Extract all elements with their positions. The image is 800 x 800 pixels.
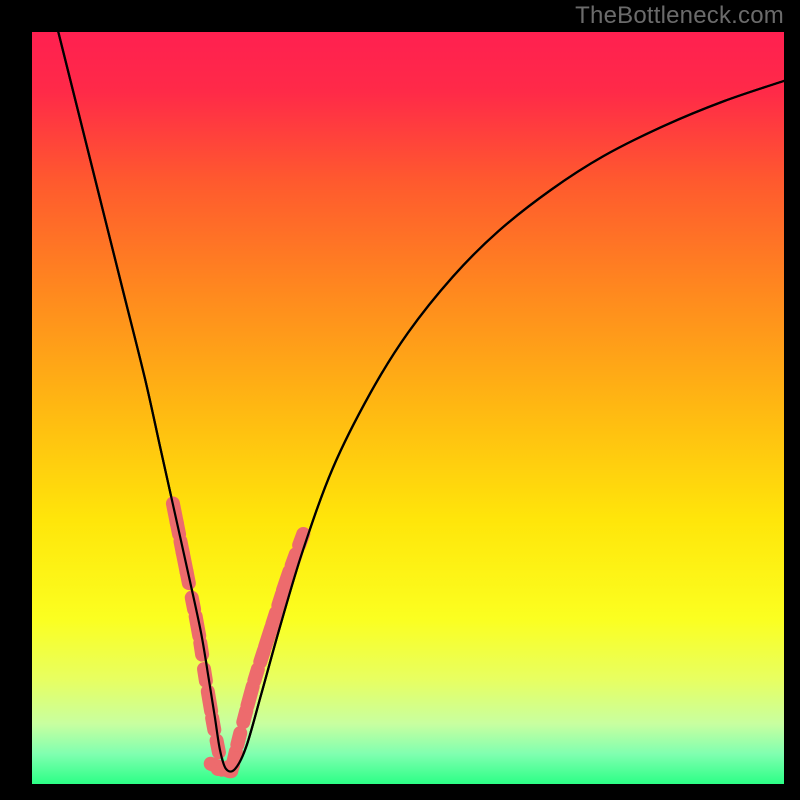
- gradient-background: [32, 32, 784, 784]
- plot-area: [32, 32, 784, 784]
- bead-marker: [299, 534, 303, 545]
- bead-marker: [292, 554, 296, 565]
- outer-frame: TheBottleneck.com: [0, 0, 800, 800]
- watermark-text: TheBottleneck.com: [575, 2, 784, 30]
- bead-marker: [237, 733, 240, 745]
- bead-marker: [254, 669, 257, 680]
- bead-marker: [200, 643, 202, 655]
- bead-marker: [247, 686, 252, 705]
- chart-svg: [32, 32, 784, 784]
- bead-marker: [204, 669, 206, 681]
- bead-marker: [283, 571, 289, 590]
- bead-marker: [272, 613, 276, 624]
- bead-marker: [212, 718, 214, 730]
